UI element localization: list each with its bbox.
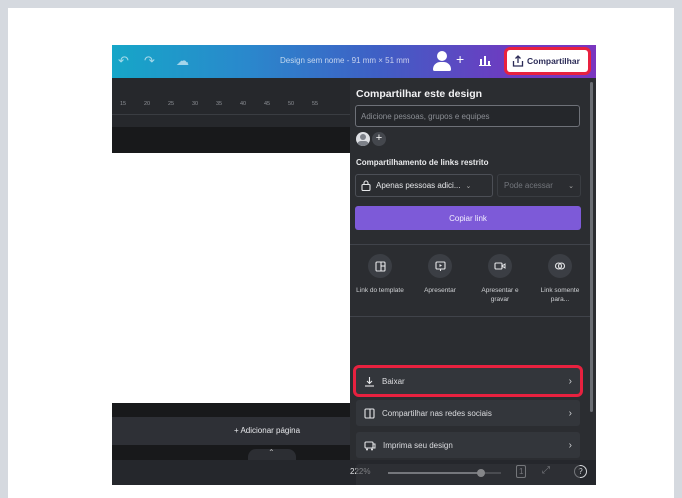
ruler-tick: 25 (168, 101, 175, 107)
link-section-label: Compartilhamento de links restrito (356, 158, 489, 167)
user-avatar-icon[interactable] (432, 50, 454, 72)
panel-title: Compartilhar este design (356, 88, 483, 100)
present-icon (428, 254, 452, 278)
chevron-down-icon: ⌄ (465, 182, 472, 190)
share-social-row[interactable]: Compartilhar nas redes sociais › (356, 400, 580, 426)
insights-icon[interactable] (478, 53, 492, 67)
option-present-record[interactable]: Apresentar e gravar (472, 254, 528, 304)
chevron-right-icon: › (568, 375, 572, 387)
option-label: Apresentar e gravar (481, 287, 519, 303)
option-template-link[interactable]: Link do template (352, 254, 408, 295)
lock-icon (361, 180, 371, 191)
more-row[interactable] (356, 464, 580, 485)
redo-icon[interactable]: ↷ (144, 53, 155, 69)
ruler-tick: 15 (120, 101, 127, 107)
chevron-right-icon: › (568, 407, 572, 419)
add-collaborator-icon[interactable]: + (456, 51, 464, 67)
ruler-tick: 30 (192, 101, 199, 107)
ruler-tick: 45 (264, 101, 271, 107)
chevron-up-icon: ⌃ (268, 448, 275, 457)
ruler-tick: 55 (312, 101, 319, 107)
print-row[interactable]: Imprima seu design › (356, 432, 580, 458)
share-panel: Compartilhar este design + Compartilhame… (350, 78, 596, 485)
add-person-icon[interactable]: + (372, 132, 386, 146)
share-button-label: Compartilhar (527, 56, 580, 66)
view-link-icon (548, 254, 572, 278)
social-icon (364, 407, 375, 419)
undo-icon[interactable]: ↶ (118, 53, 129, 69)
record-icon (488, 254, 512, 278)
share-button[interactable]: Compartilhar (507, 50, 588, 72)
option-label: Link do template (356, 287, 404, 294)
chevron-right-icon: › (568, 439, 572, 451)
print-label: Imprima seu design (383, 440, 453, 450)
owner-avatar (356, 132, 370, 146)
add-people-input[interactable] (355, 105, 580, 127)
add-page-button[interactable]: + Adicionar página (112, 417, 354, 445)
chevron-down-icon: ⌄ (568, 182, 574, 190)
template-icon (368, 254, 392, 278)
option-label: Link somente para... (540, 287, 580, 303)
link-access-value: Apenas pessoas adici... (376, 181, 461, 190)
cloud-saved-icon[interactable]: ☁ (176, 53, 189, 69)
copy-link-button[interactable]: Copiar link (355, 206, 581, 230)
divider (350, 244, 590, 245)
share-social-label: Compartilhar nas redes sociais (382, 408, 492, 418)
screenshot-frame: ↶ ↷ ☁ Design sem nome - 91 mm × 51 mm + … (8, 8, 674, 498)
option-view-only-link[interactable]: Link somente para... (532, 254, 588, 304)
download-icon (365, 376, 374, 387)
download-row[interactable]: Baixar › (356, 368, 580, 394)
option-label: Apresentar (424, 287, 456, 294)
ruler-tick: 40 (240, 101, 247, 107)
ruler-tick: 35 (216, 101, 223, 107)
design-title[interactable]: Design sem nome - 91 mm × 51 mm (280, 56, 410, 65)
ruler: 15 20 25 30 35 40 45 50 55 (112, 78, 354, 127)
permission-select[interactable]: Pode acessar ⌄ (497, 174, 581, 197)
print-icon (364, 440, 376, 450)
link-access-select[interactable]: Apenas pessoas adici... ⌄ (355, 174, 493, 197)
canva-editor: ↶ ↷ ☁ Design sem nome - 91 mm × 51 mm + … (112, 45, 596, 485)
design-canvas[interactable] (112, 153, 354, 403)
download-label: Baixar (382, 376, 405, 386)
add-page-label: + Adicionar página (234, 426, 301, 435)
ruler-tick: 20 (144, 101, 151, 107)
option-present[interactable]: Apresentar (412, 254, 468, 295)
ruler-tick: 50 (288, 101, 295, 107)
panel-scrollbar[interactable] (590, 82, 593, 412)
permission-value: Pode acessar (504, 181, 553, 190)
top-bar: ↶ ↷ ☁ Design sem nome - 91 mm × 51 mm + … (112, 45, 596, 78)
divider (350, 316, 590, 317)
share-upload-icon (512, 55, 524, 67)
